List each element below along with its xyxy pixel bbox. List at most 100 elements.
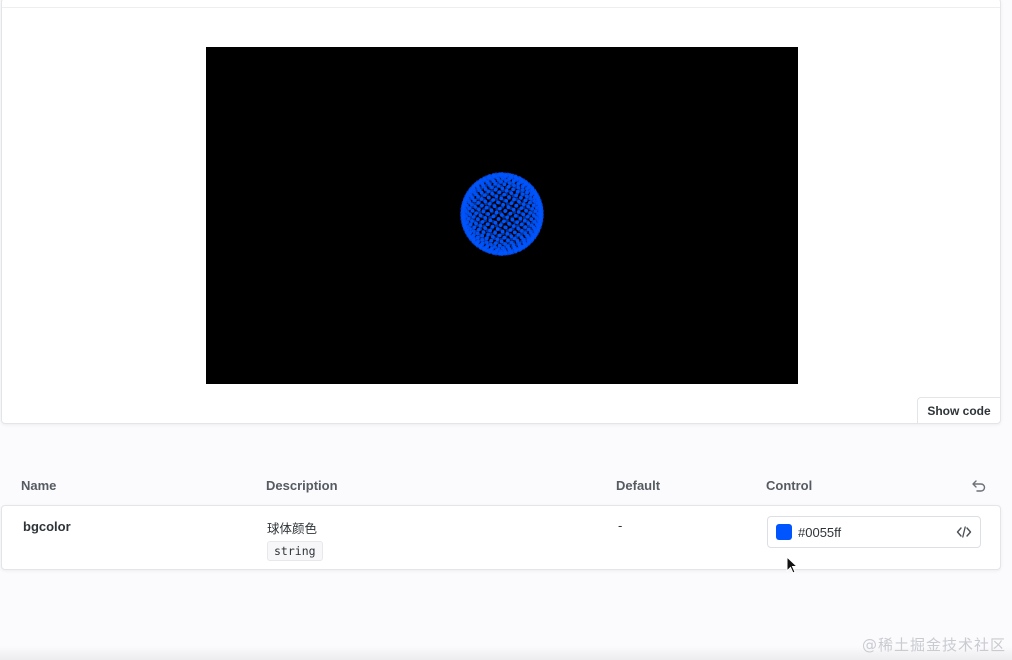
prop-type-badge: string bbox=[267, 541, 323, 561]
sphere-particle bbox=[521, 212, 526, 217]
sphere-particle bbox=[469, 202, 474, 207]
sphere-particle bbox=[484, 236, 489, 241]
sphere-particle bbox=[519, 206, 524, 211]
sphere-particle bbox=[496, 184, 501, 188]
sphere-particle bbox=[500, 229, 505, 234]
sphere-particle bbox=[497, 233, 502, 238]
sphere-particle bbox=[503, 178, 508, 183]
sphere-particle bbox=[498, 223, 503, 228]
sphere-particle bbox=[502, 192, 507, 197]
sphere-particle bbox=[515, 189, 520, 194]
sphere-particle bbox=[500, 213, 504, 217]
sphere-particle bbox=[500, 246, 505, 250]
sphere-particle bbox=[493, 245, 497, 249]
sphere-particle bbox=[497, 190, 502, 195]
sphere-particle bbox=[495, 227, 500, 231]
sphere-particle bbox=[501, 202, 506, 207]
sphere-particle bbox=[519, 222, 524, 227]
sphere-particle bbox=[532, 199, 537, 204]
sphere-particle bbox=[486, 232, 491, 237]
sphere-particle bbox=[505, 215, 510, 220]
sphere-particle bbox=[505, 231, 510, 236]
sphere-particle bbox=[496, 200, 500, 205]
sphere-particle bbox=[521, 202, 526, 207]
sphere-particle bbox=[507, 221, 511, 226]
sphere-particle bbox=[512, 236, 517, 241]
sphere-particle bbox=[502, 219, 506, 224]
sphere-particle bbox=[518, 216, 523, 221]
sphere-particle bbox=[524, 194, 529, 199]
sphere-particle bbox=[481, 209, 486, 214]
story-canvas-panel: Show code bbox=[1, 0, 1001, 424]
sphere-particle bbox=[515, 220, 520, 225]
color-value[interactable]: #0055ff bbox=[798, 525, 841, 540]
sphere-particle bbox=[516, 181, 520, 186]
sphere-particle bbox=[502, 182, 507, 187]
sphere-particle bbox=[532, 195, 537, 200]
sphere-particle bbox=[523, 198, 528, 203]
sphere-particle bbox=[531, 213, 536, 218]
sphere-particle bbox=[509, 201, 514, 206]
sphere-particle bbox=[490, 224, 495, 229]
sphere-particle bbox=[521, 188, 525, 193]
sphere-particle bbox=[532, 219, 537, 224]
sphere-particle bbox=[485, 222, 490, 227]
sphere-particle bbox=[471, 229, 476, 234]
particle-sphere bbox=[460, 172, 544, 256]
sphere-particle bbox=[493, 231, 497, 235]
sphere-particle bbox=[473, 204, 477, 209]
reset-icon[interactable] bbox=[970, 476, 988, 494]
sphere-particle bbox=[478, 213, 483, 218]
sphere-particle bbox=[480, 203, 484, 208]
header-name: Name bbox=[21, 478, 57, 493]
sphere-particle bbox=[476, 217, 480, 222]
sphere-particle bbox=[490, 234, 495, 239]
sphere-particle bbox=[484, 240, 489, 245]
sphere-particle bbox=[495, 237, 500, 242]
sphere-particle bbox=[488, 242, 493, 247]
sphere-particle bbox=[529, 223, 534, 228]
sphere-particle bbox=[470, 208, 475, 213]
sphere-particle bbox=[491, 214, 496, 219]
sphere-particle bbox=[508, 211, 513, 216]
sphere-particle bbox=[494, 194, 499, 198]
code-icon[interactable] bbox=[956, 525, 972, 539]
sphere-particle bbox=[506, 184, 511, 189]
sphere-particle bbox=[502, 235, 507, 240]
prop-description: 球体颜色 bbox=[267, 521, 318, 536]
sphere-particle bbox=[475, 231, 480, 236]
sphere-particle bbox=[516, 185, 521, 190]
sphere-particle bbox=[528, 189, 533, 193]
sphere-particle bbox=[507, 195, 511, 199]
header-description: Description bbox=[266, 478, 338, 493]
sphere-particle bbox=[489, 246, 494, 251]
color-swatch[interactable] bbox=[776, 524, 792, 540]
prop-default: - bbox=[618, 518, 623, 533]
mouse-cursor-icon bbox=[786, 556, 799, 574]
sphere-particle bbox=[525, 190, 530, 195]
sphere-particle bbox=[524, 208, 528, 213]
sphere-particle bbox=[493, 187, 498, 192]
show-code-button[interactable]: Show code bbox=[917, 397, 1000, 423]
sphere-particle bbox=[484, 205, 489, 210]
sphere-particle bbox=[504, 199, 509, 203]
sphere-particle bbox=[512, 183, 516, 188]
sphere-particle bbox=[511, 207, 516, 212]
sphere-particle bbox=[503, 209, 508, 213]
sphere-particle bbox=[533, 209, 538, 214]
sphere-particle bbox=[511, 179, 516, 184]
sphere-particle bbox=[519, 196, 523, 200]
sphere-particle bbox=[507, 177, 512, 181]
sphere-particle bbox=[496, 247, 501, 252]
color-control-input[interactable]: #0055ff bbox=[767, 516, 981, 548]
sphere-particle bbox=[483, 216, 488, 220]
sphere-particle bbox=[483, 186, 488, 191]
sphere-particle bbox=[477, 207, 481, 212]
sphere-particle bbox=[523, 231, 527, 236]
sphere-particle bbox=[490, 185, 494, 190]
webgl-stage[interactable] bbox=[206, 47, 798, 384]
sphere-particle bbox=[485, 244, 490, 249]
header-default: Default bbox=[616, 478, 661, 493]
sphere-particle bbox=[526, 221, 531, 226]
sphere-particle bbox=[468, 226, 472, 231]
